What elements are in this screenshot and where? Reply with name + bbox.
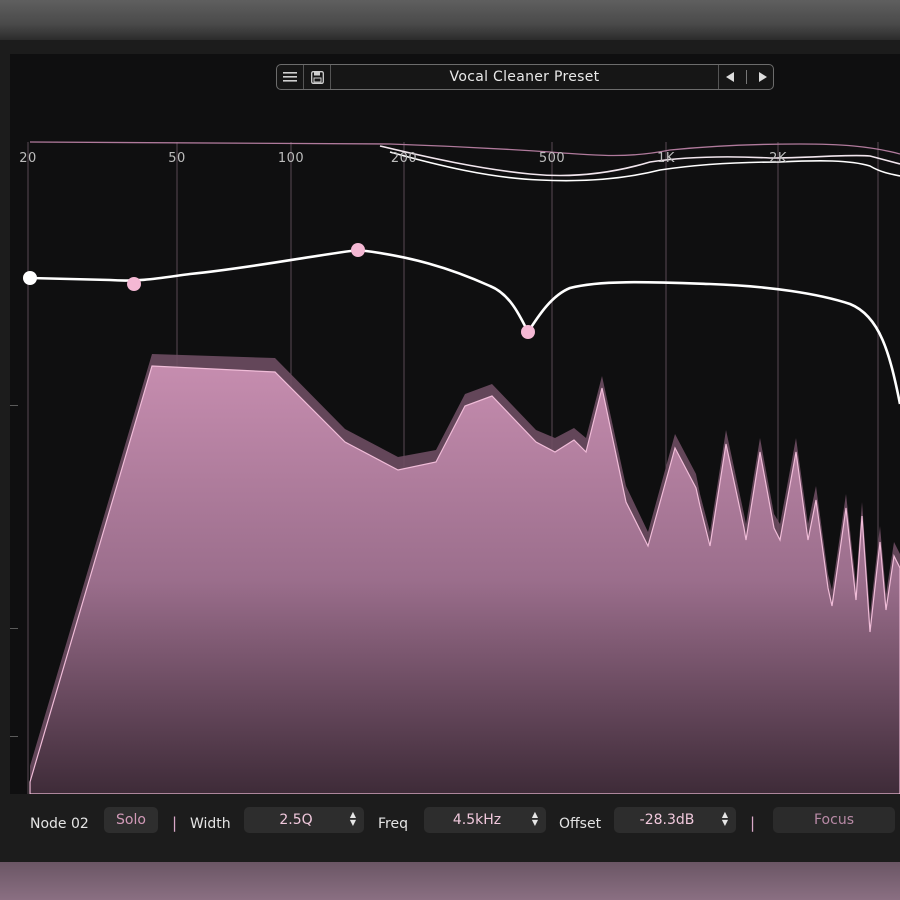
hamburger-menu-icon: [283, 72, 297, 82]
save-button[interactable]: [304, 65, 331, 89]
offset-field[interactable]: -28.3dB ▲ ▼: [614, 807, 736, 833]
preset-nav: [718, 65, 773, 89]
freq-label-100: 100: [277, 151, 305, 166]
width-value: 2.5Q: [279, 812, 313, 828]
eq-plugin-window: Vocal Cleaner Preset 20 50 100 200 500 1…: [0, 40, 900, 862]
offset-label: Offset: [559, 816, 602, 832]
freq-value: 4.5kHz: [452, 812, 502, 828]
solo-button[interactable]: Solo: [104, 807, 158, 833]
eq-node-01[interactable]: [23, 271, 37, 285]
preset-name[interactable]: Vocal Cleaner Preset: [331, 69, 718, 85]
freq-label-200: 200: [390, 151, 418, 166]
offset-stepper-icon[interactable]: ▲ ▼: [722, 811, 728, 827]
separator-2: |: [750, 814, 756, 832]
freq-label-20: 20: [19, 151, 37, 166]
node-label: Node 02: [30, 816, 89, 832]
node-control-bar: Node 02 Solo | Width 2.5Q ▲ ▼ Freq 4.5kHz…: [0, 798, 900, 856]
freq-label-500: 500: [538, 151, 566, 166]
width-label: Width: [190, 816, 231, 832]
freq-field[interactable]: 4.5kHz ▲ ▼: [424, 807, 546, 833]
eq-graph-svg: [23, 141, 900, 794]
freq-label-1k: 1K: [657, 151, 675, 166]
floppy-disk-icon: [310, 70, 324, 84]
width-field[interactable]: 2.5Q ▲ ▼: [244, 807, 364, 833]
preset-bar: Vocal Cleaner Preset: [276, 64, 774, 90]
spectrum-analyzer: [29, 365, 900, 794]
nav-divider: [745, 70, 747, 84]
eq-node-04[interactable]: [521, 325, 535, 339]
freq-label: Freq: [378, 816, 408, 832]
eq-node-02[interactable]: [127, 277, 141, 291]
eq-node-03[interactable]: [351, 243, 365, 257]
backdrop-bottom: [0, 862, 900, 900]
separator: |: [172, 814, 178, 832]
backdrop-top: [0, 0, 900, 40]
freq-label-2k: 2K: [769, 151, 787, 166]
triangle-left-icon[interactable]: [725, 71, 735, 83]
freq-label-50: 50: [168, 151, 186, 166]
eq-graph[interactable]: [10, 54, 900, 794]
menu-button[interactable]: [277, 65, 304, 89]
offset-value: -28.3dB: [639, 812, 695, 828]
triangle-right-icon[interactable]: [758, 71, 768, 83]
width-stepper-icon[interactable]: ▲ ▼: [350, 811, 356, 827]
focus-button[interactable]: Focus: [773, 807, 895, 833]
freq-stepper-icon[interactable]: ▲ ▼: [532, 811, 538, 827]
